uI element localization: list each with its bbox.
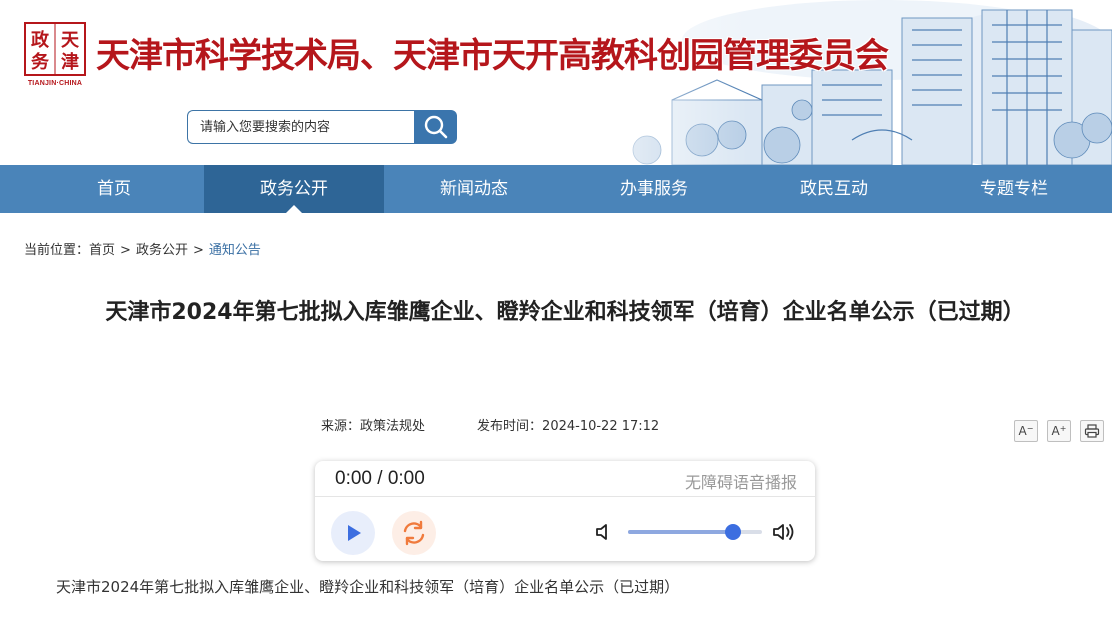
breadcrumb-prefix: 当前位置：: [24, 243, 90, 258]
nav-item-topics[interactable]: 专题专栏: [924, 165, 1104, 213]
svg-text:天: 天: [61, 30, 80, 51]
logo-seal-icon: 政 务 天 津: [24, 22, 86, 76]
play-icon: [348, 525, 361, 541]
volume-high-icon[interactable]: [772, 520, 798, 544]
player-label: 无障碍语音播报: [684, 473, 797, 492]
font-increase-button[interactable]: A +: [1047, 420, 1071, 442]
article-meta: 来源：政策法规处 发布时间：2024-10-22 17:12: [321, 415, 659, 434]
search-input[interactable]: [187, 110, 415, 144]
site-logo[interactable]: 政 务 天 津 TIANJIN·CHINA: [24, 22, 86, 92]
nav-item-home[interactable]: 首页: [0, 165, 204, 213]
source-value: 政策法规处: [360, 419, 426, 434]
publish-time-value: 2024-10-22 17:12: [542, 419, 660, 434]
breadcrumb-government-affairs[interactable]: 政务公开: [136, 243, 188, 258]
audio-player: 0:00 / 0:00 无障碍语音播报: [315, 461, 815, 561]
nav-item-interaction[interactable]: 政民互动: [744, 165, 924, 213]
player-time: 0:00 / 0:00: [335, 468, 425, 489]
search-button[interactable]: [414, 110, 457, 144]
source-label: 来源：: [321, 419, 361, 434]
volume-slider[interactable]: [628, 524, 762, 540]
svg-text:政: 政: [31, 29, 50, 51]
nav-item-government-affairs[interactable]: 政务公开: [204, 165, 384, 213]
replay-icon: [403, 520, 425, 546]
replay-button[interactable]: [392, 511, 436, 555]
volume-low-icon[interactable]: [595, 522, 613, 542]
volume-knob[interactable]: [724, 524, 741, 540]
font-increase-label: A: [1051, 424, 1060, 438]
site-title: 天津市科学技术局、天津市天开高教科创园管理委员会: [96, 36, 889, 76]
breadcrumb-separator: >: [192, 243, 204, 258]
font-decrease-button[interactable]: A −: [1014, 420, 1038, 442]
svg-text:津: 津: [61, 51, 79, 73]
logo-text-en: TIANJIN·CHINA: [27, 80, 83, 87]
nav-item-news[interactable]: 新闻动态: [384, 165, 564, 213]
player-header: 0:00 / 0:00 无障碍语音播报: [315, 461, 815, 497]
breadcrumb-home[interactable]: 首页: [89, 243, 115, 258]
publish-time-label: 发布时间：: [477, 419, 543, 434]
header-illustration: [552, 0, 1112, 165]
print-button[interactable]: [1080, 420, 1104, 442]
nav-item-services[interactable]: 办事服务: [564, 165, 744, 213]
site-header: 政 务 天 津 TIANJIN·CHINA 天津市科学技术局、天津市天开高教科创…: [0, 0, 1112, 165]
print-icon: [1084, 424, 1100, 438]
breadcrumb-notices[interactable]: 通知公告: [209, 243, 261, 258]
search-icon: [424, 115, 447, 139]
font-decrease-label: A: [1018, 424, 1027, 438]
article-title: 天津市2024年第七批拟入库雏鹰企业、瞪羚企业和科技领军（培育）企业名单公示（已…: [105, 300, 1025, 325]
volume-fill: [628, 530, 733, 534]
article-tools: A − A +: [1014, 420, 1104, 442]
play-button[interactable]: [331, 511, 375, 555]
svg-text:务: 务: [31, 51, 50, 73]
main-nav: 首页 政务公开 新闻动态 办事服务 政民互动 专题专栏: [0, 165, 1112, 213]
article-body: 天津市2024年第七批拟入库雏鹰企业、瞪羚企业和科技领军（培育）企业名单公示（已…: [56, 578, 680, 596]
search-bar: [187, 110, 457, 144]
breadcrumb: 当前位置：首页 > 政务公开 > 通知公告: [24, 239, 261, 258]
breadcrumb-separator: >: [120, 243, 131, 258]
